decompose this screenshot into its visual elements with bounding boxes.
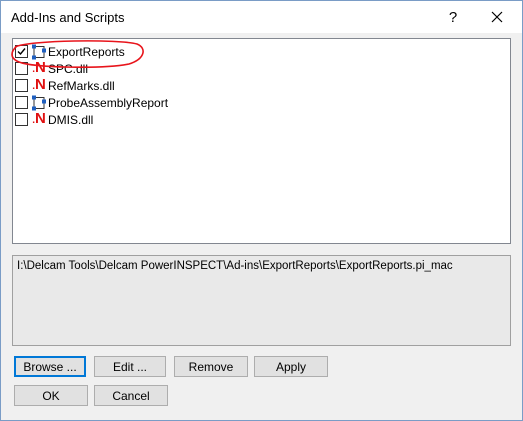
edit-button[interactable]: Edit ... xyxy=(94,356,166,377)
script-path-field: I:\Delcam Tools\Delcam PowerINSPECT\Ad-i… xyxy=(12,255,511,346)
browse-button[interactable]: Browse ... xyxy=(14,356,86,377)
script-path-text: I:\Delcam Tools\Delcam PowerINSPECT\Ad-i… xyxy=(17,260,453,272)
addin-checkbox[interactable] xyxy=(15,96,28,109)
apply-button[interactable]: Apply xyxy=(254,356,328,377)
list-item[interactable]: .N RefMarks.dll xyxy=(15,75,115,94)
add-ins-dialog: Add-Ins and Scripts ? ExportReports .N S… xyxy=(0,0,523,421)
addin-checkbox[interactable] xyxy=(15,79,28,92)
cancel-button[interactable]: Cancel xyxy=(94,385,168,406)
list-item[interactable]: ProbeAssemblyReport xyxy=(15,94,168,111)
dotnet-dll-icon: .N xyxy=(32,109,46,127)
addin-checkbox[interactable] xyxy=(15,62,28,75)
ok-button[interactable]: OK xyxy=(14,385,88,406)
close-button[interactable] xyxy=(475,1,519,33)
macro-script-icon xyxy=(31,95,47,111)
addin-label: SPC.dll xyxy=(48,61,89,76)
list-item[interactable]: .N SPC.dll xyxy=(15,59,89,77)
addins-list[interactable]: ExportReports .N SPC.dll .N RefMarks.dll xyxy=(12,38,511,244)
close-icon xyxy=(491,11,503,23)
title-bar: Add-Ins and Scripts ? xyxy=(1,1,522,33)
remove-button[interactable]: Remove xyxy=(174,356,248,377)
macro-script-icon xyxy=(31,44,47,60)
checkmark-icon xyxy=(17,48,26,56)
dialog-title: Add-Ins and Scripts xyxy=(11,10,125,25)
addin-checkbox[interactable] xyxy=(15,45,28,58)
list-item[interactable]: .N DMIS.dll xyxy=(15,109,94,128)
dotnet-dll-icon: .N xyxy=(32,75,46,93)
addin-label: ExportReports xyxy=(48,44,125,59)
addin-checkbox[interactable] xyxy=(15,113,28,126)
list-item[interactable]: ExportReports xyxy=(15,43,125,60)
help-button[interactable]: ? xyxy=(431,1,475,33)
addin-label: DMIS.dll xyxy=(48,112,94,127)
addin-label: RefMarks.dll xyxy=(48,78,115,93)
addin-label: ProbeAssemblyReport xyxy=(48,95,169,110)
